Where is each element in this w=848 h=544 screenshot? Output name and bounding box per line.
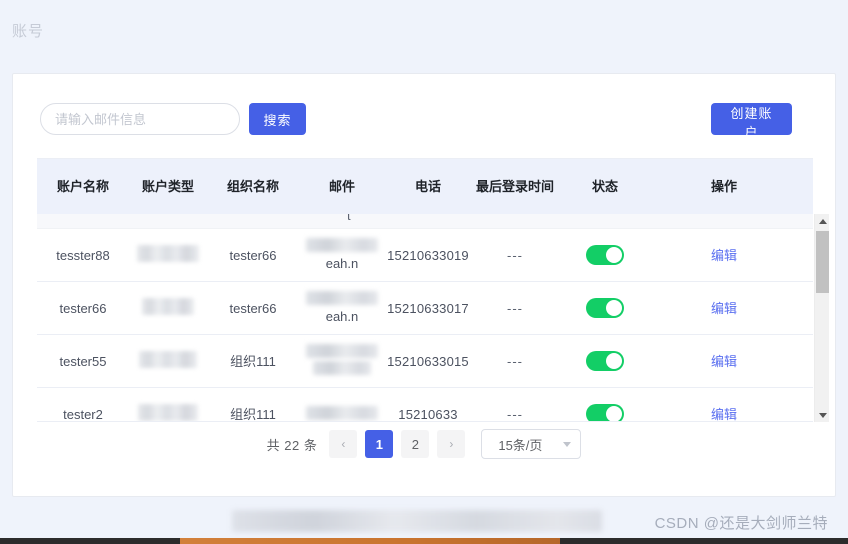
cell-email — [299, 405, 385, 422]
table-row[interactable]: tester2 组织111 15210633 --- 编辑 — [37, 388, 813, 422]
cell-org-name: tester66 — [229, 247, 277, 263]
table-row[interactable]: tester55 组织111 15210633015 --- 编辑 — [37, 335, 813, 388]
create-account-button[interactable]: 创建账户 — [711, 103, 792, 140]
cell-status — [559, 245, 651, 265]
cell-account-name: tester55 — [59, 353, 107, 369]
redacted-value — [139, 350, 197, 368]
cell-last-login: --- — [507, 300, 523, 316]
column-header-last-login: 最后登录时间 — [475, 179, 554, 194]
page-size-value: 15条/页 — [498, 437, 543, 453]
cell-account-name: tester2 — [63, 406, 103, 422]
cell-status — [559, 351, 651, 371]
pagination-prev-button[interactable]: ‹ — [329, 430, 358, 458]
table-body: t tesster88 tester66 eah.n 15210633019 -… — [37, 214, 813, 422]
cell-last-login: --- — [507, 247, 523, 263]
cell-account-name: tester66 — [59, 300, 107, 316]
accounts-table: 账户名称 账户类型 组织名称 邮件 电话 最后登录时间 状态 操作 t tess… — [37, 158, 829, 422]
redacted-value — [137, 244, 199, 262]
table-header-row: 账户名称 账户类型 组织名称 邮件 电话 最后登录时间 状态 操作 — [37, 159, 813, 214]
redacted-value — [306, 344, 378, 358]
pagination-page-1[interactable]: 1 — [365, 430, 394, 458]
toolbar: 搜索 创建账户 — [13, 74, 835, 146]
edit-link[interactable]: 编辑 — [711, 248, 737, 263]
status-toggle[interactable] — [586, 298, 624, 318]
cell-email: eah.n — [299, 291, 385, 325]
search-input[interactable] — [40, 103, 240, 135]
cell-action: 编辑 — [651, 353, 797, 370]
cell-org-name: 组织111 — [230, 353, 276, 369]
cell-action: 编辑 — [651, 247, 797, 264]
scrollbar-thumb[interactable] — [816, 231, 829, 293]
column-header-action: 操作 — [710, 179, 737, 194]
account-card: 搜索 创建账户 账户名称 账户类型 组织名称 邮件 电话 最后登录时间 状态 操… — [12, 73, 836, 497]
edit-link[interactable]: 编辑 — [711, 354, 737, 369]
pagination-total: 共 22 条 — [266, 437, 318, 453]
column-header-account-name: 账户名称 — [56, 179, 109, 194]
cell-action: 编辑 — [651, 406, 797, 422]
column-header-email: 邮件 — [328, 179, 355, 194]
cell-status — [559, 404, 651, 421]
pagination-page-2[interactable]: 2 — [401, 430, 430, 458]
cell-phone: 15210633019 — [387, 247, 469, 263]
redacted-value — [142, 297, 194, 315]
cell-phone: 15210633017 — [387, 300, 469, 316]
watermark: CSDN @还是大剑师兰特 — [654, 515, 828, 532]
redacted-footer-banner — [232, 510, 602, 532]
cell-status — [559, 298, 651, 318]
cell-org-name: 组织111 — [230, 406, 276, 422]
cell-email-visible: eah.n — [325, 309, 359, 324]
cell-last-login: --- — [507, 406, 523, 422]
redacted-value — [306, 405, 378, 420]
redacted-value — [138, 403, 198, 421]
redacted-value — [313, 361, 371, 375]
redacted-value — [306, 291, 378, 305]
cell-account-type — [129, 244, 207, 266]
edit-link[interactable]: 编辑 — [711, 301, 737, 316]
table-scrollbar[interactable] — [814, 214, 829, 422]
pagination-next-button[interactable]: › — [437, 430, 466, 458]
cell-email-visible: eah.n — [325, 256, 359, 271]
column-header-status: 状态 — [591, 179, 618, 194]
cell-account-name: tesster88 — [56, 247, 110, 263]
column-header-account-type: 账户类型 — [141, 179, 194, 194]
clipped-row: t — [37, 214, 813, 229]
chevron-down-icon — [563, 441, 572, 447]
bottom-edge-strip — [0, 538, 848, 544]
cell-phone: 15210633 — [398, 406, 458, 422]
cell-email — [299, 344, 385, 378]
status-toggle[interactable] — [586, 245, 624, 265]
cell-account-type — [129, 350, 207, 372]
status-toggle[interactable] — [586, 351, 624, 371]
cell-account-type — [129, 297, 207, 319]
cell-email: eah.n — [299, 238, 385, 272]
edit-link[interactable]: 编辑 — [711, 407, 737, 422]
pagination: 共 22 条 ‹ 1 2 › 15条/页 — [13, 429, 835, 459]
status-toggle[interactable] — [586, 404, 624, 421]
column-header-org-name: 组织名称 — [226, 179, 279, 194]
column-header-phone: 电话 — [414, 179, 441, 194]
cell-phone: 15210633015 — [387, 353, 469, 369]
cell-action: 编辑 — [651, 300, 797, 317]
table-row[interactable]: tester66 tester66 eah.n 15210633017 --- … — [37, 282, 813, 335]
page-title: 账号 — [12, 23, 45, 40]
scroll-up-arrow-icon[interactable] — [815, 214, 830, 228]
cell-account-type — [129, 403, 207, 422]
bottom-edge-accent — [180, 538, 560, 544]
search-button[interactable]: 搜索 — [249, 103, 306, 135]
clipped-row-text: t — [347, 214, 351, 223]
scroll-down-arrow-icon[interactable] — [815, 408, 830, 422]
cell-last-login: --- — [507, 353, 523, 369]
redacted-value — [306, 238, 378, 252]
table-row[interactable]: tesster88 tester66 eah.n 15210633019 ---… — [37, 229, 813, 282]
cell-org-name: tester66 — [229, 300, 277, 316]
page-size-select[interactable]: 15条/页 — [481, 429, 582, 459]
